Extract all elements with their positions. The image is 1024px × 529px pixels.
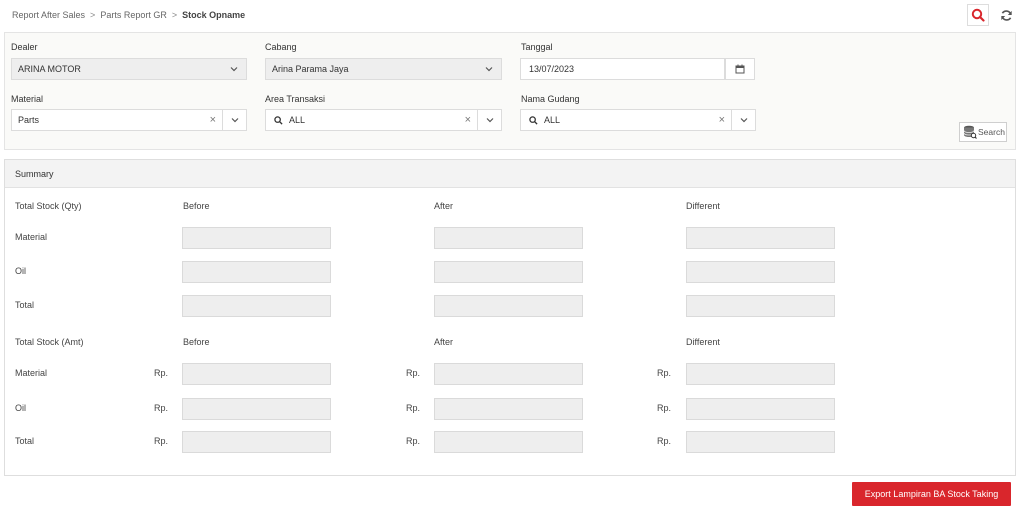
dropdown-toggle[interactable] <box>731 110 755 130</box>
cabang-select[interactable]: Arina Parama Jaya <box>265 58 502 80</box>
search-button[interactable]: Search <box>959 122 1007 142</box>
breadcrumb-current: Stock Opname <box>182 10 246 20</box>
search-icon <box>274 115 283 125</box>
chevron-down-icon <box>740 118 747 123</box>
refresh-button[interactable] <box>995 4 1017 26</box>
database-search-icon <box>963 125 977 139</box>
nama-gudang-value: ALL <box>544 115 561 125</box>
breadcrumb: Report After Sales > Parts Report GR > S… <box>12 10 245 20</box>
qty-row-total: Total <box>15 300 35 310</box>
chevron-down-icon <box>231 118 238 123</box>
amt-row-material: Material <box>15 368 48 378</box>
refresh-icon <box>1000 9 1012 21</box>
material-label: Material <box>11 94 44 104</box>
material-select[interactable]: Parts × <box>11 109 247 131</box>
summary-panel: Summary Total Stock (Qty) Before After D… <box>4 159 1016 476</box>
qty-oil-different-field <box>686 261 835 283</box>
qty-heading: Total Stock (Qty) <box>15 201 82 211</box>
amt-oil-after-field <box>434 398 583 420</box>
currency-label: Rp. <box>406 368 421 378</box>
tanggal-input[interactable]: 13/07/2023 <box>520 58 725 80</box>
chevron-down-icon <box>230 67 238 72</box>
export-lampiran-button[interactable]: Export Lampiran BA Stock Taking <box>852 482 1011 506</box>
qty-col-different: Different <box>686 201 720 211</box>
qty-total-different-field <box>686 295 835 317</box>
currency-label: Rp. <box>657 403 672 413</box>
qty-material-after-field <box>434 227 583 249</box>
summary-header: Summary <box>5 160 1015 188</box>
toggle-search-button[interactable] <box>967 4 989 26</box>
amt-total-after-field <box>434 431 583 453</box>
qty-material-different-field <box>686 227 835 249</box>
area-transaksi-select[interactable]: ALL × <box>265 109 502 131</box>
dealer-value: ARINA MOTOR <box>18 64 81 74</box>
material-value: Parts <box>18 115 40 125</box>
summary-title: Summary <box>15 168 54 179</box>
amt-material-before-field <box>182 363 331 385</box>
currency-label: Rp. <box>657 368 672 378</box>
amt-material-after-field <box>434 363 583 385</box>
search-icon <box>529 115 538 125</box>
filter-panel: Dealer ARINA MOTOR Cabang Arina Parama J… <box>4 32 1016 150</box>
chevron-down-icon <box>485 67 493 72</box>
qty-row-oil: Oil <box>15 266 26 276</box>
qty-total-before-field <box>182 295 331 317</box>
qty-col-after: After <box>434 201 454 211</box>
currency-label: Rp. <box>154 436 169 446</box>
dealer-label: Dealer <box>11 42 38 52</box>
clear-icon[interactable]: × <box>465 114 471 126</box>
amt-col-different: Different <box>686 337 720 347</box>
dealer-select[interactable]: ARINA MOTOR <box>11 58 247 80</box>
amt-row-total: Total <box>15 436 35 446</box>
dropdown-toggle[interactable] <box>222 110 246 130</box>
currency-label: Rp. <box>406 436 421 446</box>
currency-label: Rp. <box>154 368 169 378</box>
amt-oil-before-field <box>182 398 331 420</box>
amt-total-before-field <box>182 431 331 453</box>
tanggal-value: 13/07/2023 <box>529 64 575 74</box>
cabang-value: Arina Parama Jaya <box>272 64 349 74</box>
currency-label: Rp. <box>406 403 421 413</box>
currency-label: Rp. <box>154 403 169 413</box>
qty-col-before: Before <box>183 201 210 211</box>
amt-total-different-field <box>686 431 835 453</box>
amt-col-after: After <box>434 337 454 347</box>
clear-icon[interactable]: × <box>719 114 725 126</box>
clear-icon[interactable]: × <box>210 114 216 126</box>
nama-gudang-select[interactable]: ALL × <box>520 109 756 131</box>
nama-gudang-label: Nama Gudang <box>521 94 580 104</box>
qty-oil-after-field <box>434 261 583 283</box>
area-transaksi-label: Area Transaksi <box>265 94 326 104</box>
tanggal-label: Tanggal <box>521 42 553 52</box>
amt-oil-different-field <box>686 398 835 420</box>
calendar-button[interactable] <box>725 58 755 80</box>
qty-material-before-field <box>182 227 331 249</box>
breadcrumb-item-report-after-sales[interactable]: Report After Sales <box>12 10 85 20</box>
amt-heading: Total Stock (Amt) <box>15 337 84 347</box>
calendar-icon <box>735 64 745 74</box>
search-button-label: Search <box>978 127 1005 137</box>
currency-label: Rp. <box>657 436 672 446</box>
amt-row-oil: Oil <box>15 403 26 413</box>
qty-total-after-field <box>434 295 583 317</box>
search-icon <box>971 8 985 22</box>
amt-material-different-field <box>686 363 835 385</box>
qty-row-material: Material <box>15 232 48 242</box>
area-transaksi-value: ALL <box>289 115 306 125</box>
breadcrumb-item-parts-report-gr[interactable]: Parts Report GR <box>100 10 167 20</box>
breadcrumb-separator: > <box>171 10 178 20</box>
chevron-down-icon <box>486 118 493 123</box>
cabang-label: Cabang <box>265 42 297 52</box>
breadcrumb-separator: > <box>90 10 96 20</box>
dropdown-toggle[interactable] <box>477 110 501 130</box>
qty-oil-before-field <box>182 261 331 283</box>
amt-col-before: Before <box>183 337 210 347</box>
